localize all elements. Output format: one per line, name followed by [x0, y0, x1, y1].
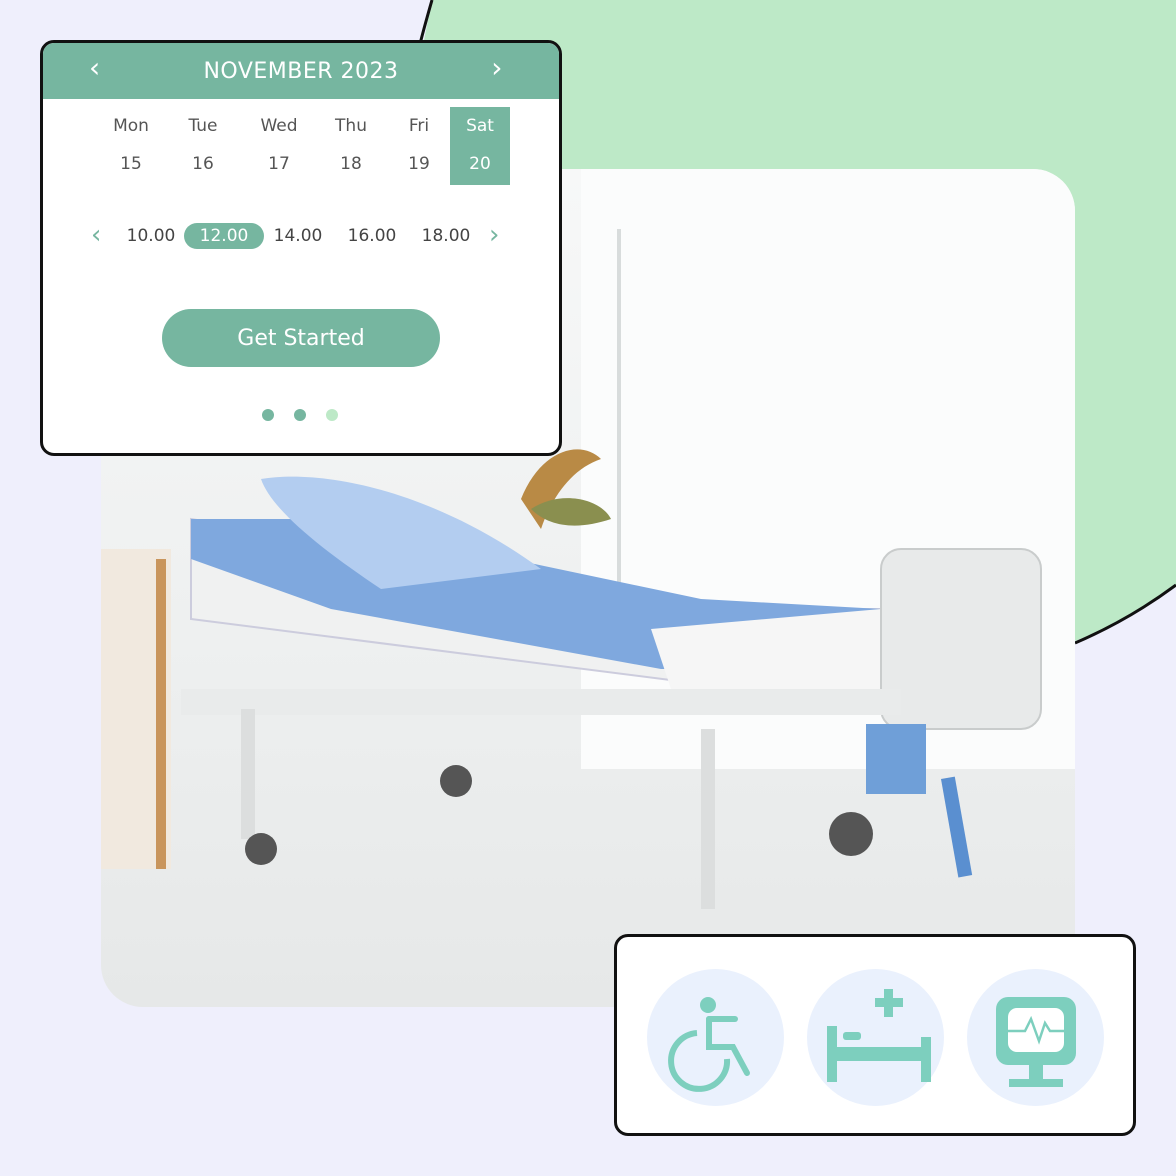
- day-fri[interactable]: Fri 19: [389, 107, 449, 185]
- chevron-left-icon[interactable]: ‹: [89, 53, 101, 83]
- time-prev-chevron-icon[interactable]: ‹: [91, 220, 101, 250]
- weekday-label: Wed: [260, 116, 298, 136]
- heart-monitor-icon: [967, 969, 1104, 1106]
- feature-icons-card: [614, 934, 1136, 1136]
- date-label: 17: [268, 154, 290, 174]
- pagination-dot-active[interactable]: [326, 409, 338, 421]
- day-tue[interactable]: Tue 16: [173, 107, 233, 185]
- calendar-header: ‹ NOVEMBER 2023 ›: [43, 43, 559, 99]
- calendar-month-title: NOVEMBER 2023: [203, 58, 399, 84]
- date-label: 19: [408, 154, 430, 174]
- pagination-dot[interactable]: [294, 409, 306, 421]
- date-label: 16: [192, 154, 214, 174]
- weekday-label: Sat: [466, 116, 494, 136]
- time-slot-selected[interactable]: 12.00: [184, 223, 264, 249]
- date-label: 20: [469, 154, 491, 174]
- weekday-label: Mon: [113, 116, 149, 136]
- time-selector: ‹ 10.00 12.00 14.00 16.00 18.00 ›: [43, 220, 559, 253]
- day-thu[interactable]: Thu 18: [321, 107, 381, 185]
- time-slot[interactable]: 16.00: [332, 223, 412, 249]
- time-slot[interactable]: 18.00: [406, 223, 486, 249]
- hospital-bed-icon: [807, 969, 944, 1106]
- weekday-label: Thu: [335, 116, 367, 136]
- pagination-dot[interactable]: [262, 409, 274, 421]
- date-label: 15: [120, 154, 142, 174]
- weekday-label: Tue: [188, 116, 218, 136]
- get-started-button[interactable]: Get Started: [162, 309, 440, 367]
- appointment-calendar-card: ‹ NOVEMBER 2023 › Mon 15 Tue 16 Wed 17 Thu 1…: [40, 40, 562, 456]
- chevron-right-icon[interactable]: ›: [491, 53, 503, 83]
- time-next-chevron-icon[interactable]: ›: [489, 220, 499, 250]
- day-sat-selected[interactable]: Sat 20: [450, 107, 510, 185]
- day-wed[interactable]: Wed 17: [249, 107, 309, 185]
- weekday-label: Fri: [408, 116, 430, 136]
- time-slot[interactable]: 10.00: [111, 223, 191, 249]
- time-slot[interactable]: 14.00: [258, 223, 338, 249]
- day-mon[interactable]: Mon 15: [101, 107, 161, 185]
- date-label: 18: [340, 154, 362, 174]
- wheelchair-icon: [647, 969, 784, 1106]
